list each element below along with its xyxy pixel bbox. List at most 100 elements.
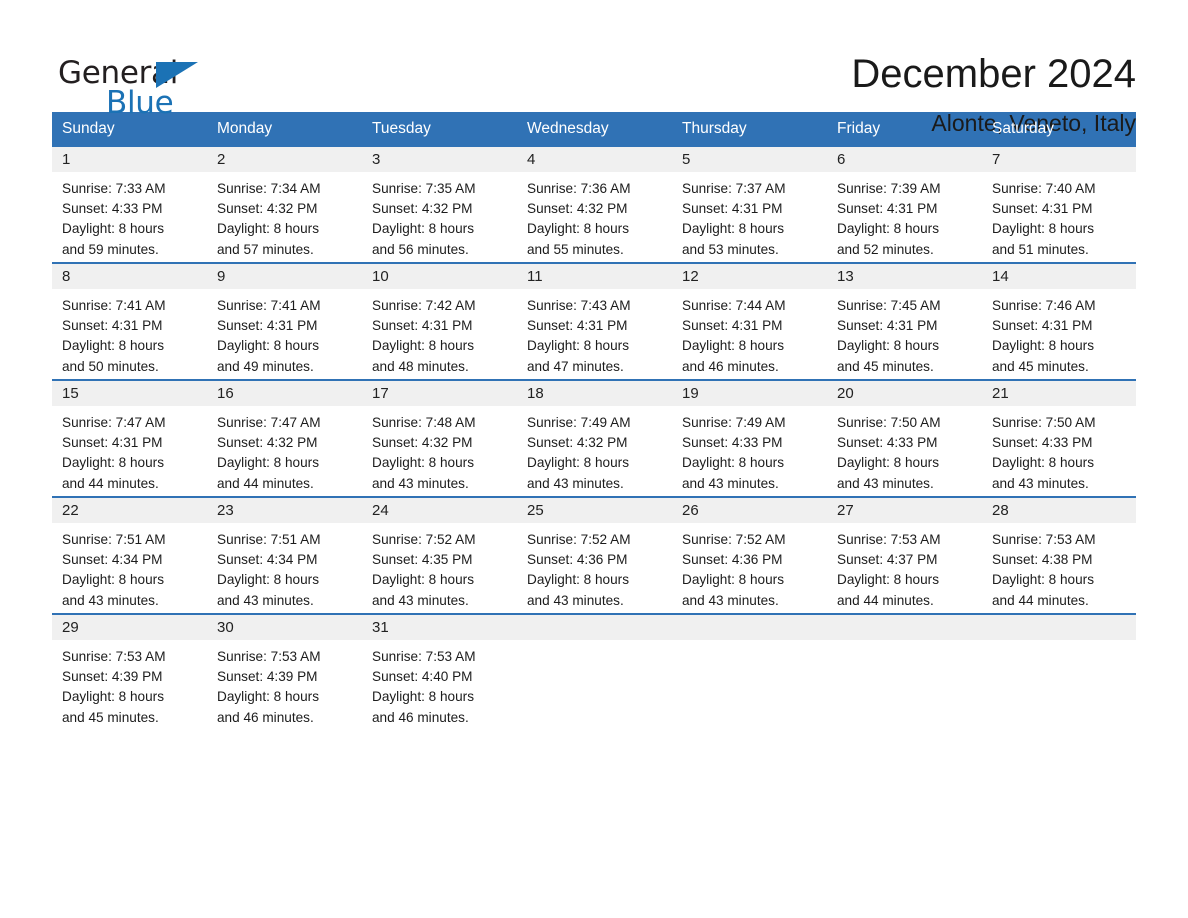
day-sunrise-text: Sunrise: 7:42 AM <box>372 298 476 313</box>
day-sunset-text: Sunset: 4:34 PM <box>217 552 318 568</box>
day-number: 30 <box>207 615 362 640</box>
calendar-day-cell[interactable]: 26 Sunrise: 7:52 AM Sunset: 4:36 PM Dayligh… <box>672 496 827 614</box>
calendar-day-cell[interactable]: 1 Sunrise: 7:33 AM Sunset: 4:33 PM Daylight… <box>52 147 207 263</box>
calendar-day-cell[interactable]: 30 Sunrise: 7:53 AM Sunset: 4:39 PM Dayligh… <box>207 613 362 730</box>
day-daylight-text: Daylight: 8 hours <box>682 221 785 237</box>
calendar-day-cell[interactable]: 6 Sunrise: 7:39 AM Sunset: 4:31 PM Daylight… <box>827 147 982 263</box>
day-number: 25 <box>517 498 672 523</box>
day-sunrise-text: Sunrise: 7:52 AM <box>372 532 476 547</box>
day-number: 31 <box>362 615 517 640</box>
day-details: Sunrise: 7:51 AM Sunset: 4:34 PM Daylight:… <box>52 523 207 611</box>
general-blue-logo[interactable]: General Blue <box>58 48 208 120</box>
day-number: 10 <box>362 264 517 289</box>
calendar-day-cell[interactable]: 28 Sunrise: 7:53 AM Sunset: 4:38 PM Dayligh… <box>982 496 1136 614</box>
day-daylight-text: Daylight: 8 hours <box>837 455 940 471</box>
day-number <box>827 615 982 640</box>
calendar-week-row: 29 Sunrise: 7:53 AM Sunset: 4:39 PM Dayligh… <box>52 613 1136 730</box>
day-number: 5 <box>672 147 827 172</box>
day-details: Sunrise: 7:41 AM Sunset: 4:31 PM Daylight:… <box>207 289 362 377</box>
day-number: 24 <box>362 498 517 523</box>
calendar-day-cell[interactable]: 11 Sunrise: 7:43 AM Sunset: 4:31 PM Dayligh… <box>517 262 672 380</box>
day-daylight-text: and 43 minutes. <box>992 475 1089 491</box>
day-sunrise-text: Sunrise: 7:49 AM <box>527 415 631 430</box>
day-details: Sunrise: 7:37 AM Sunset: 4:31 PM Daylight:… <box>672 172 827 260</box>
calendar-day-cell[interactable]: 4 Sunrise: 7:36 AM Sunset: 4:32 PM Daylight… <box>517 147 672 263</box>
day-number <box>517 615 672 640</box>
day-details: Sunrise: 7:35 AM Sunset: 4:32 PM Daylight:… <box>362 172 517 260</box>
day-details: Sunrise: 7:43 AM Sunset: 4:31 PM Daylight:… <box>517 289 672 377</box>
day-number <box>982 615 1136 640</box>
calendar-day-cell[interactable]: 5 Sunrise: 7:37 AM Sunset: 4:31 PM Daylight… <box>672 147 827 263</box>
calendar-day-cell[interactable]: 20 Sunrise: 7:50 AM Sunset: 4:33 PM Dayligh… <box>827 379 982 497</box>
day-number: 6 <box>827 147 982 172</box>
day-daylight-text: and 57 minutes. <box>217 241 314 257</box>
calendar-day-cell[interactable]: 12 Sunrise: 7:44 AM Sunset: 4:31 PM Dayligh… <box>672 262 827 380</box>
day-daylight-text: and 49 minutes. <box>217 358 314 374</box>
day-daylight-text: Daylight: 8 hours <box>992 221 1095 237</box>
calendar-day-cell[interactable]: 18 Sunrise: 7:49 AM Sunset: 4:32 PM Dayligh… <box>517 379 672 497</box>
calendar-day-cell[interactable]: 8 Sunrise: 7:41 AM Sunset: 4:31 PM Daylight… <box>52 262 207 380</box>
day-daylight-text: and 46 minutes. <box>372 709 469 725</box>
day-details: Sunrise: 7:52 AM Sunset: 4:35 PM Daylight:… <box>362 523 517 611</box>
calendar-day-cell[interactable]: 31 Sunrise: 7:53 AM Sunset: 4:40 PM Dayligh… <box>362 613 517 730</box>
day-details: Sunrise: 7:46 AM Sunset: 4:31 PM Daylight:… <box>982 289 1136 377</box>
calendar-day-cell[interactable]: 10 Sunrise: 7:42 AM Sunset: 4:31 PM Dayligh… <box>362 262 517 380</box>
calendar-page: General Blue December 2024 Alonte, Venet… <box>0 0 1188 918</box>
day-details: Sunrise: 7:49 AM Sunset: 4:33 PM Daylight:… <box>672 406 827 494</box>
day-number: 11 <box>517 264 672 289</box>
day-daylight-text: Daylight: 8 hours <box>217 455 320 471</box>
calendar-day-cell[interactable]: 13 Sunrise: 7:45 AM Sunset: 4:31 PM Dayligh… <box>827 262 982 380</box>
calendar-day-cell[interactable]: 16 Sunrise: 7:47 AM Sunset: 4:32 PM Dayligh… <box>207 379 362 497</box>
calendar-day-cell[interactable]: 3 Sunrise: 7:35 AM Sunset: 4:32 PM Daylight… <box>362 147 517 263</box>
calendar-day-cell[interactable]: 24 Sunrise: 7:52 AM Sunset: 4:35 PM Dayligh… <box>362 496 517 614</box>
day-daylight-text: Daylight: 8 hours <box>527 572 630 588</box>
calendar-day-cell[interactable]: 23 Sunrise: 7:51 AM Sunset: 4:34 PM Dayligh… <box>207 496 362 614</box>
day-sunrise-text: Sunrise: 7:53 AM <box>992 532 1096 547</box>
calendar-day-cell[interactable]: 19 Sunrise: 7:49 AM Sunset: 4:33 PM Dayligh… <box>672 379 827 497</box>
calendar-body: 1 Sunrise: 7:33 AM Sunset: 4:33 PM Daylight… <box>52 147 1136 730</box>
day-sunset-text: Sunset: 4:31 PM <box>992 201 1093 217</box>
day-daylight-text: and 44 minutes. <box>837 592 934 608</box>
calendar-day-cell[interactable]: 29 Sunrise: 7:53 AM Sunset: 4:39 PM Dayligh… <box>52 613 207 730</box>
day-sunset-text: Sunset: 4:33 PM <box>682 435 783 451</box>
day-sunset-text: Sunset: 4:39 PM <box>217 669 318 685</box>
day-sunrise-text: Sunrise: 7:49 AM <box>682 415 786 430</box>
day-number: 27 <box>827 498 982 523</box>
day-sunset-text: Sunset: 4:32 PM <box>527 201 628 217</box>
day-daylight-text: Daylight: 8 hours <box>992 455 1095 471</box>
day-sunrise-text: Sunrise: 7:44 AM <box>682 298 786 313</box>
calendar-day-cell[interactable]: 22 Sunrise: 7:51 AM Sunset: 4:34 PM Dayligh… <box>52 496 207 614</box>
day-daylight-text: and 43 minutes. <box>682 592 779 608</box>
day-details: Sunrise: 7:53 AM Sunset: 4:37 PM Daylight:… <box>827 523 982 611</box>
day-number: 21 <box>982 381 1136 406</box>
day-number: 23 <box>207 498 362 523</box>
day-sunset-text: Sunset: 4:31 PM <box>682 318 783 334</box>
page-title: December 2024 <box>851 52 1136 96</box>
calendar-day-cell[interactable]: 17 Sunrise: 7:48 AM Sunset: 4:32 PM Dayligh… <box>362 379 517 497</box>
calendar-day-cell[interactable]: 21 Sunrise: 7:50 AM Sunset: 4:33 PM Dayligh… <box>982 379 1136 497</box>
calendar-day-cell[interactable]: 25 Sunrise: 7:52 AM Sunset: 4:36 PM Dayligh… <box>517 496 672 614</box>
day-number <box>672 615 827 640</box>
day-daylight-text: and 47 minutes. <box>527 358 624 374</box>
day-number: 15 <box>52 381 207 406</box>
day-sunrise-text: Sunrise: 7:51 AM <box>217 532 321 547</box>
day-sunrise-text: Sunrise: 7:52 AM <box>682 532 786 547</box>
page-header: General Blue December 2024 Alonte, Venet… <box>0 0 1188 136</box>
calendar-day-cell[interactable]: 14 Sunrise: 7:46 AM Sunset: 4:31 PM Dayligh… <box>982 262 1136 380</box>
day-details: Sunrise: 7:52 AM Sunset: 4:36 PM Daylight:… <box>517 523 672 611</box>
day-number: 13 <box>827 264 982 289</box>
calendar-day-cell[interactable]: 27 Sunrise: 7:53 AM Sunset: 4:37 PM Dayligh… <box>827 496 982 614</box>
weekday-header-monday: Monday <box>207 112 362 147</box>
day-sunset-text: Sunset: 4:36 PM <box>527 552 628 568</box>
day-sunset-text: Sunset: 4:31 PM <box>682 201 783 217</box>
weekday-header-thursday: Thursday <box>672 112 827 147</box>
day-daylight-text: Daylight: 8 hours <box>837 338 940 354</box>
calendar-day-cell[interactable]: 15 Sunrise: 7:47 AM Sunset: 4:31 PM Dayligh… <box>52 379 207 497</box>
day-sunset-text: Sunset: 4:36 PM <box>682 552 783 568</box>
calendar-day-cell[interactable]: 7 Sunrise: 7:40 AM Sunset: 4:31 PM Daylight… <box>982 147 1136 263</box>
day-details: Sunrise: 7:34 AM Sunset: 4:32 PM Daylight:… <box>207 172 362 260</box>
calendar-day-cell[interactable]: 9 Sunrise: 7:41 AM Sunset: 4:31 PM Daylight… <box>207 262 362 380</box>
weekday-header-wednesday: Wednesday <box>517 112 672 147</box>
day-daylight-text: Daylight: 8 hours <box>217 572 320 588</box>
calendar-day-cell[interactable]: 2 Sunrise: 7:34 AM Sunset: 4:32 PM Daylight… <box>207 147 362 263</box>
